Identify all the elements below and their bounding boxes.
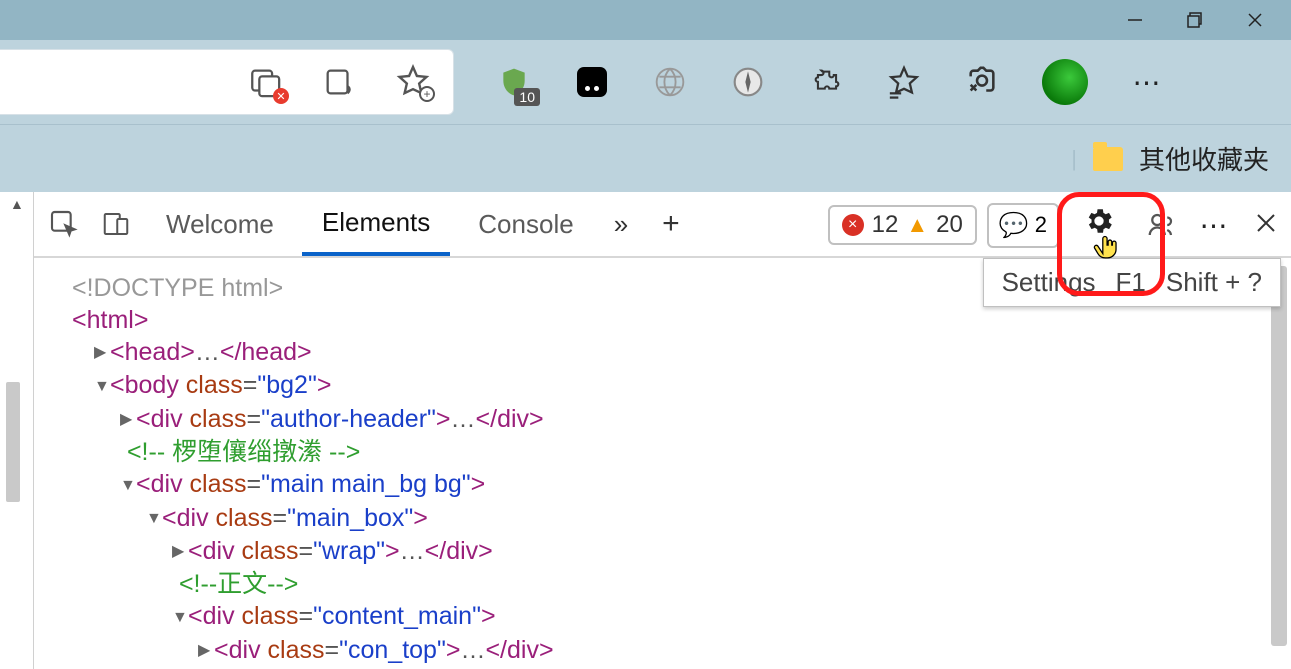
activity-icon[interactable] xyxy=(1139,202,1183,248)
add-favorite-icon[interactable]: + xyxy=(395,64,431,100)
tooltip-label: Settings xyxy=(1002,267,1096,298)
page-scrollbar[interactable]: ▲ xyxy=(0,192,34,669)
settings-button[interactable] xyxy=(1069,200,1129,250)
dom-line[interactable]: ▼<body class="bg2"> xyxy=(72,369,1291,402)
feedback-button[interactable]: 💬 2 xyxy=(987,203,1059,248)
extensions-icon[interactable] xyxy=(808,64,844,100)
maximize-button[interactable] xyxy=(1165,0,1225,40)
add-tab-button[interactable]: + xyxy=(648,207,694,241)
favorites-icon[interactable] xyxy=(886,64,922,100)
translate-blocked-icon[interactable]: ✕ xyxy=(247,64,283,100)
other-bookmarks-link[interactable]: 其他收藏夹 xyxy=(1139,140,1269,177)
tooltip-key-f1: F1 xyxy=(1116,267,1146,298)
profile-avatar[interactable] xyxy=(1042,59,1088,105)
devtools-area: ▲ Welcome Elements Console » + 12 ▲ 20 xyxy=(0,192,1291,669)
tab-console[interactable]: Console xyxy=(458,192,593,256)
warning-icon: ▲ xyxy=(906,212,928,238)
tab-welcome[interactable]: Welcome xyxy=(146,192,294,256)
extension-icons-row: 10 ⋯ xyxy=(496,59,1291,105)
devtools-menu-icon[interactable]: ⋯ xyxy=(1193,202,1237,248)
tabs-overflow-icon[interactable]: » xyxy=(602,209,640,240)
dom-line[interactable]: ▶<div class="author-header">…</div> xyxy=(72,403,1291,436)
error-count: 12 xyxy=(872,211,899,239)
inspect-element-icon[interactable] xyxy=(42,201,86,247)
shield-extension-icon[interactable]: 10 xyxy=(496,64,532,100)
folder-icon xyxy=(1093,147,1123,171)
elements-dom-tree[interactable]: <!DOCTYPE html> <html> ▶<head>…</head> ▼… xyxy=(34,258,1291,669)
issues-button[interactable]: 12 ▲ 20 xyxy=(828,205,977,245)
dom-line[interactable]: ▶<div class="wrap">…</div> xyxy=(72,535,1291,568)
dom-line[interactable]: <html> xyxy=(72,304,1291,336)
tab-elements[interactable]: Elements xyxy=(302,192,450,256)
window-titlebar xyxy=(0,0,1291,40)
screenshot-icon[interactable] xyxy=(964,64,1000,100)
dom-line[interactable]: ▶<head>…</head> xyxy=(72,336,1291,369)
bookmarks-bar: | 其他收藏夹 xyxy=(0,124,1291,192)
devtools-close-button[interactable] xyxy=(1247,209,1285,241)
devtools-right-controls: 12 ▲ 20 💬 2 xyxy=(828,192,1285,258)
scroll-thumb[interactable] xyxy=(6,382,20,502)
tooltip-key-shift: Shift + ? xyxy=(1166,267,1262,298)
devtools-scroll-thumb[interactable] xyxy=(1271,266,1287,646)
read-aloud-icon[interactable] xyxy=(321,64,357,100)
dom-line[interactable]: <!--正文--> xyxy=(72,568,1291,600)
globe-extension-icon[interactable] xyxy=(652,64,688,100)
dark-extension-icon[interactable] xyxy=(574,64,610,100)
dom-line[interactable]: ▼<div class="main main_bg bg"> xyxy=(72,468,1291,501)
settings-tooltip: Settings F1 Shift + ? xyxy=(983,258,1281,307)
minimize-button[interactable] xyxy=(1105,0,1165,40)
url-container: ✕ + xyxy=(0,49,454,115)
device-toggle-icon[interactable] xyxy=(94,201,138,247)
error-icon xyxy=(842,214,864,236)
close-window-button[interactable] xyxy=(1225,0,1285,40)
warning-count: 20 xyxy=(936,211,963,239)
dom-line[interactable]: ▶<div class="con_top">…</div> xyxy=(72,634,1291,667)
dom-line[interactable]: ▼<div class="main_box"> xyxy=(72,502,1291,535)
feedback-count: 2 xyxy=(1035,212,1047,238)
scroll-up-icon[interactable]: ▲ xyxy=(10,196,24,212)
devtools-tabbar: Welcome Elements Console » + 12 ▲ 20 💬 2 xyxy=(34,192,1291,258)
dom-line[interactable]: <!-- 椤堕儴缁撴潫 --> xyxy=(72,436,1291,468)
browser-menu-icon[interactable]: ⋯ xyxy=(1130,64,1166,100)
devtools-panel: Welcome Elements Console » + 12 ▲ 20 💬 2 xyxy=(34,192,1291,669)
message-icon: 💬 xyxy=(999,211,1029,240)
cursor-hand-icon xyxy=(1093,228,1119,267)
dom-line[interactable]: ▼<div class="content_main"> xyxy=(72,600,1291,633)
browser-toolbar: ✕ + 10 xyxy=(0,40,1291,124)
compass-extension-icon[interactable] xyxy=(730,64,766,100)
shield-badge: 10 xyxy=(514,88,540,106)
